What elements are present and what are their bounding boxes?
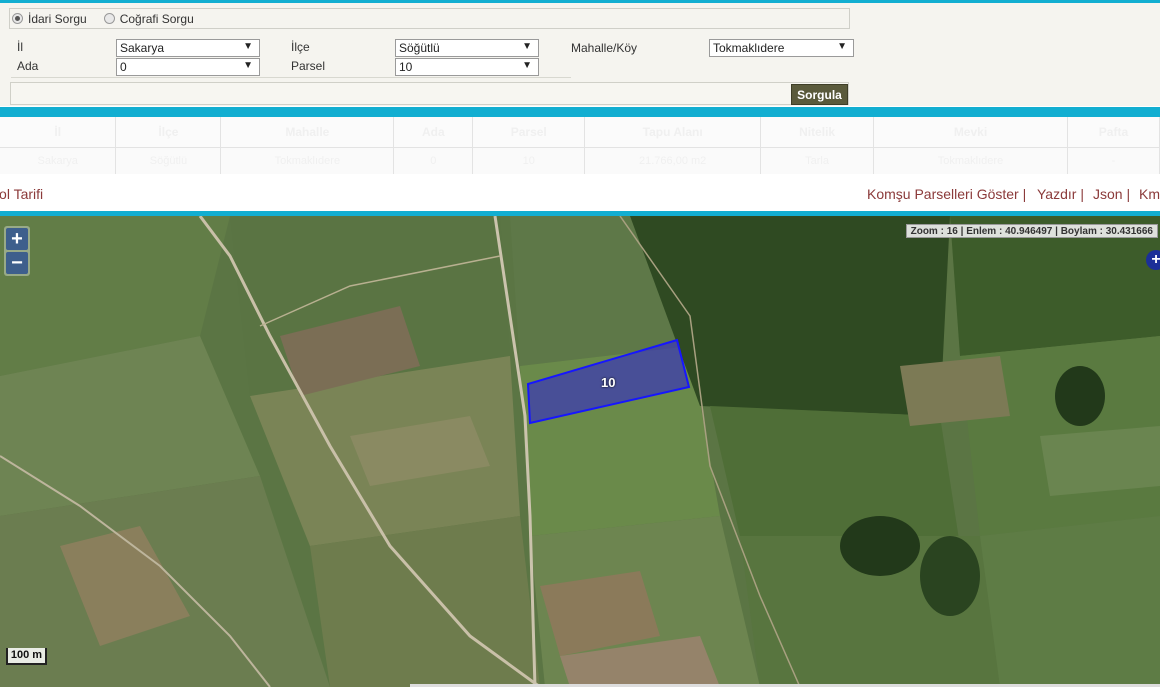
divider-bar: [0, 107, 1160, 117]
json-link[interactable]: Json |: [1093, 186, 1130, 202]
satellite-map[interactable]: 10 + − Zoom : 16 | Enlem : 40.946497 | B…: [0, 216, 1160, 687]
ilce-select-value: Söğütlü: [399, 41, 440, 55]
parcel-label[interactable]: 10: [601, 375, 615, 390]
dropdown-arrow-icon: ▼: [243, 41, 253, 52]
layer-switcher-button[interactable]: +: [1146, 250, 1160, 270]
ilce-label: İlçe: [291, 40, 310, 54]
radio-cografi-sorgu[interactable]: Coğrafi Sorgu: [103, 11, 194, 26]
column-header[interactable]: Nitelik: [760, 117, 875, 147]
mahalle-label: Mahalle/Köy: [571, 41, 638, 55]
sorgula-button[interactable]: Sorgula: [791, 84, 848, 105]
query-panel: İdari Sorgu Coğrafi Sorgu İl Sakarya ▼ İ…: [0, 3, 1160, 106]
dropdown-arrow-icon: ▼: [522, 60, 532, 71]
column-header[interactable]: Tapu Alanı: [584, 117, 762, 147]
table-cell: Tokmaklıdere: [220, 146, 395, 174]
table-row[interactable]: Sakarya Söğütlü Tokmaklıdere 0 10 21.766…: [0, 146, 1160, 174]
radio-idari-sorgu[interactable]: İdari Sorgu: [12, 12, 87, 26]
table-cell: Tarla: [760, 146, 875, 174]
column-header[interactable]: Mahalle: [220, 117, 395, 147]
column-header[interactable]: İl: [0, 117, 117, 147]
zoom-out-button[interactable]: −: [6, 252, 28, 274]
table-cell: 21.766,00 m2: [584, 146, 762, 174]
dropdown-arrow-icon: ▼: [522, 41, 532, 52]
mahalle-select[interactable]: Tokmaklıdere ▼: [709, 39, 854, 57]
parsel-select[interactable]: 10 ▼: [395, 58, 539, 76]
zoom-control: + −: [4, 226, 30, 276]
parsel-select-value: 10: [399, 60, 413, 74]
radio-selected-icon: [12, 13, 23, 24]
kml-link[interactable]: Kml: [1139, 186, 1160, 202]
radio-label: Coğrafi Sorgu: [119, 11, 194, 26]
radio-unselected-icon: [103, 13, 115, 24]
neighbors-link[interactable]: Komşu Parselleri Göster |: [867, 186, 1026, 202]
column-header[interactable]: Mevki: [873, 117, 1068, 147]
scale-bar: 100 m: [6, 648, 47, 665]
parsel-label: Parsel: [291, 59, 326, 73]
ilce-select[interactable]: Söğütlü ▼: [395, 39, 539, 57]
directions-link[interactable]: Yol Tarifi: [0, 186, 43, 202]
satellite-imagery: [0, 216, 1160, 687]
dropdown-arrow-icon: ▼: [243, 60, 253, 71]
dropdown-arrow-icon: ▼: [837, 41, 847, 52]
column-header[interactable]: Pafta: [1067, 117, 1160, 147]
il-select[interactable]: Sakarya ▼: [116, 39, 260, 57]
table-cell: Sakarya: [0, 146, 117, 174]
search-bar: Sorgula: [10, 82, 849, 105]
table-cell: Söğütlü: [115, 146, 222, 174]
action-links: Yol Tarifi Komşu Parselleri Göster | Yaz…: [0, 176, 1160, 211]
column-header[interactable]: İlçe: [115, 117, 222, 147]
print-link[interactable]: Yazdır |: [1037, 186, 1084, 202]
mahalle-select-value: Tokmaklıdere: [713, 41, 785, 55]
table-cell: Tokmaklıdere: [873, 146, 1068, 174]
table-cell: -: [1067, 146, 1160, 174]
results-table: İl İlçe Mahalle Ada Parsel Tapu Alanı Ni…: [0, 117, 1160, 174]
table-cell: 0: [393, 146, 474, 174]
table-cell: 10: [472, 146, 586, 174]
table-header-row: İl İlçe Mahalle Ada Parsel Tapu Alanı Ni…: [0, 117, 1160, 147]
query-mode-row: İdari Sorgu Coğrafi Sorgu: [9, 8, 850, 29]
il-select-value: Sakarya: [120, 41, 165, 55]
zoom-in-button[interactable]: +: [6, 228, 28, 250]
il-label: İl: [17, 40, 23, 54]
column-header[interactable]: Ada: [393, 117, 474, 147]
radio-label: İdari Sorgu: [28, 11, 87, 26]
ada-select-value: 0: [120, 60, 127, 74]
ada-label: Ada: [17, 59, 39, 73]
column-header[interactable]: Parsel: [472, 117, 586, 147]
query-fields: İl Sakarya ▼ İlçe Söğütlü ▼ Ada 0 ▼ Pars…: [11, 38, 571, 78]
coordinates-readout: Zoom : 16 | Enlem : 40.946497 | Boylam :…: [905, 224, 1158, 238]
ada-select[interactable]: 0 ▼: [116, 58, 260, 76]
